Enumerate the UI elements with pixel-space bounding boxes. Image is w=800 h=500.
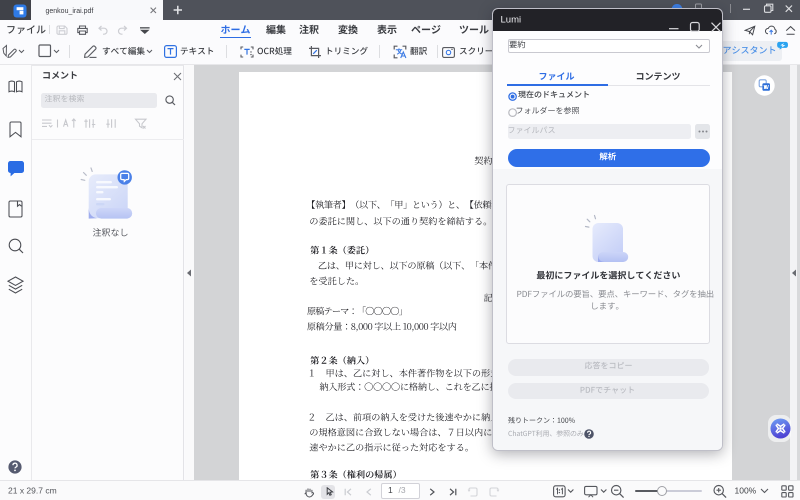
svg-text:W: W	[764, 85, 770, 91]
